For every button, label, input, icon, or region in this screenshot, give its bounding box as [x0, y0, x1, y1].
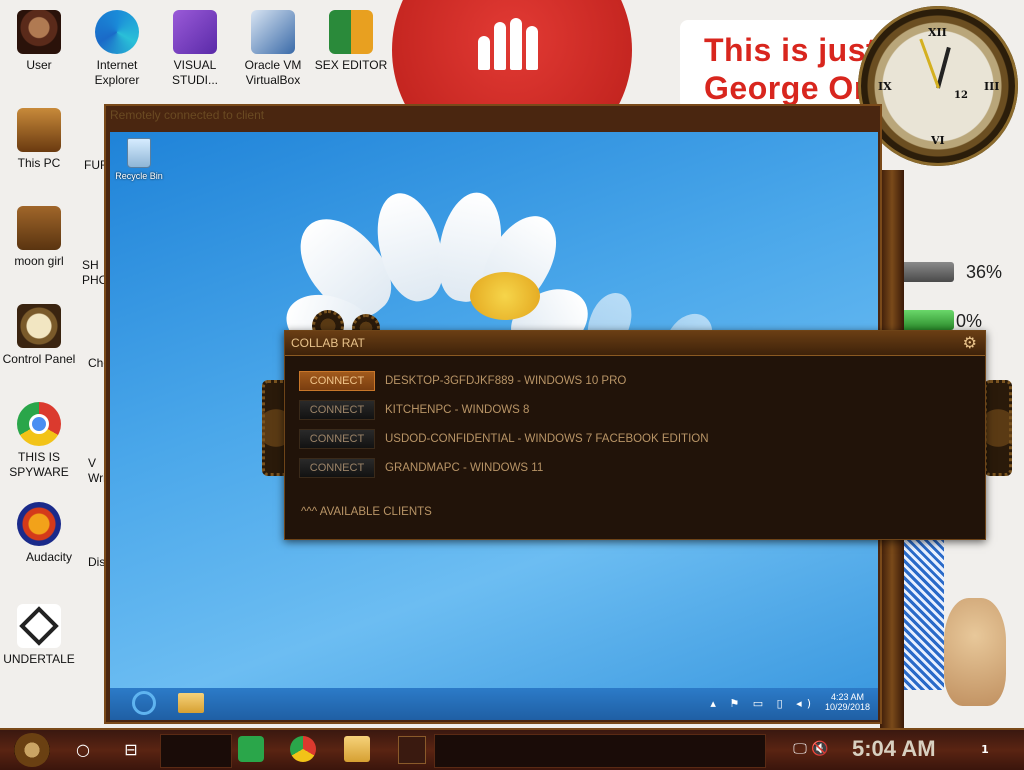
- client-name: USDOD-CONFIDENTIAL - WINDOWS 7 FACEBOOK …: [385, 433, 709, 445]
- task-view-icon[interactable]: ⊟: [118, 736, 144, 762]
- remote-clock[interactable]: 4:23 AM 10/29/2018: [825, 692, 870, 712]
- taskbar-slot: [434, 734, 766, 768]
- unity-icon: [17, 604, 61, 648]
- hex-editor-icon: [329, 10, 373, 54]
- desktop-icon-moon-girl[interactable]: moon girl: [0, 206, 78, 269]
- desktop-icon-label: Internet Explorer: [94, 58, 140, 87]
- desktop-icon-sex-editor[interactable]: SEX EDITOR: [312, 10, 390, 73]
- user-icon: [17, 10, 61, 54]
- desktop-icon-audacity[interactable]: Audacity: [0, 502, 78, 565]
- recycle-bin-label: Recycle Bin: [115, 171, 163, 181]
- visual-studio-icon: [173, 10, 217, 54]
- start-button[interactable]: [14, 733, 50, 767]
- hamster-widget: [944, 598, 1006, 706]
- remote-tray-icons[interactable]: ▴ ⚑ ▭ ▯ ◂): [710, 697, 816, 710]
- desktop-icon-oracle-vm-virtualbox[interactable]: Oracle VM VirtualBox: [234, 10, 312, 88]
- computer-icon: [17, 108, 61, 152]
- settings-gear-icon[interactable]: ⚙: [963, 333, 977, 352]
- file-explorer-taskbar-icon[interactable]: [344, 736, 370, 762]
- client-row: CONNECT KITCHENPC - WINDOWS 8: [299, 400, 529, 420]
- partial-icon-label: Dis: [88, 555, 106, 569]
- taskbar-clock[interactable]: 5:04 AM: [852, 736, 936, 762]
- hand-icon: [478, 10, 548, 70]
- desktop-icon-control-panel[interactable]: Control Panel: [0, 304, 78, 367]
- desktop-icon-label: THIS IS SPYWARE: [9, 450, 69, 479]
- client-row: CONNECT DESKTOP-3GFDJKF889 - WINDOWS 10 …: [299, 371, 626, 391]
- gear-decoration: [984, 380, 1012, 476]
- desktop-icon-label: Oracle VM VirtualBox: [244, 58, 302, 87]
- remote-window-title: Remotely connected to client: [110, 108, 265, 122]
- network-volume-icons[interactable]: 🖵 🔇: [786, 736, 836, 762]
- desktop-icon-internet-explorer[interactable]: Internet Explorer: [78, 10, 156, 88]
- connect-button[interactable]: CONNECT: [299, 429, 375, 449]
- collab-rat-dialog[interactable]: COLLAB RAT ⚙ CONNECT DESKTOP-3GFDJKF889 …: [284, 330, 986, 540]
- recycle-bin-icon: [127, 138, 151, 168]
- cpu-gauge-value: 36%: [965, 262, 1002, 282]
- clock-numeral: III: [984, 80, 1000, 93]
- connect-button[interactable]: CONNECT: [299, 371, 375, 391]
- edge-icon: [95, 10, 139, 54]
- client-name: GRANDMAPC - WINDOWS 11: [385, 462, 544, 474]
- client-name: DESKTOP-3GFDJKF889 - WINDOWS 10 PRO: [385, 375, 627, 387]
- desktop-icon-label: moon girl: [14, 254, 64, 268]
- desktop-icon-undertale[interactable]: UNDERTALE: [0, 604, 78, 667]
- clock-numeral: IX: [878, 80, 892, 93]
- poster-line-1: This is just: [704, 32, 878, 68]
- folder-icon: [17, 206, 61, 250]
- desktop-icon-label: User: [26, 58, 52, 72]
- search-icon[interactable]: ○: [70, 736, 96, 762]
- striped-panel: [904, 540, 944, 690]
- clock-numeral-inner: 12: [954, 90, 968, 101]
- desktop-icon-label: Control Panel: [2, 352, 76, 366]
- clock-numeral: VI: [931, 134, 945, 147]
- flower-center: [470, 272, 540, 320]
- file-explorer-icon[interactable]: [178, 693, 204, 713]
- rat-title-bar[interactable]: COLLAB RAT ⚙: [285, 331, 985, 356]
- notification-center-icon[interactable]: 1: [972, 736, 998, 762]
- audacity-icon: [17, 502, 61, 546]
- remote-time: 4:23 AM: [830, 692, 864, 702]
- client-row: CONNECT USDOD-CONFIDENTIAL - WINDOWS 7 F…: [299, 429, 709, 449]
- remote-date: 10/29/2018: [824, 702, 870, 712]
- remote-taskbar: ▴ ⚑ ▭ ▯ ◂) 4:23 AM 10/29/2018: [110, 688, 878, 720]
- desktop-icon-label: SEX EDITOR: [314, 58, 388, 72]
- skull-icon[interactable]: [398, 736, 426, 764]
- clock-minute-hand: [919, 38, 940, 89]
- desktop-icon-visual-studio[interactable]: VISUAL STUDI...: [156, 10, 234, 88]
- desktop-icon-chrome[interactable]: THIS IS SPYWARE: [0, 402, 78, 480]
- lightbulb-icon: [17, 304, 61, 348]
- internet-explorer-icon[interactable]: [132, 691, 156, 715]
- steampunk-clock-widget[interactable]: XII III VI IX 12: [858, 6, 1018, 166]
- chrome-icon: [17, 402, 61, 446]
- remote-recycle-bin[interactable]: Recycle Bin: [114, 138, 164, 181]
- client-name: KITCHENPC - WINDOWS 8: [385, 404, 530, 416]
- desktop-icon-this-pc[interactable]: This PC: [0, 108, 78, 171]
- taskbar-slot: [160, 734, 232, 768]
- chrome-taskbar-icon[interactable]: [290, 736, 316, 762]
- virtualbox-icon: [251, 10, 295, 54]
- desktop-icon-label: UNDERTALE: [3, 652, 75, 666]
- client-row: CONNECT GRANDMAPC - WINDOWS 11: [299, 458, 543, 478]
- desktop-icon-label: This PC: [17, 156, 61, 170]
- connect-button[interactable]: CONNECT: [299, 400, 375, 420]
- available-clients-label: ^^^ AVAILABLE CLIENTS: [301, 506, 432, 518]
- ram-gauge-value: 0%: [955, 311, 982, 331]
- main-taskbar: ○ ⊟ 🖵 🔇 5:04 AM 1: [0, 728, 1024, 770]
- partial-icon-label: SH PHC: [82, 258, 108, 287]
- desktop-icon-label: Audacity: [25, 550, 73, 564]
- rat-title: COLLAB RAT: [291, 336, 365, 350]
- desktop-icon-label: VISUAL STUDI...: [171, 58, 218, 87]
- clock-numeral: XII: [928, 26, 947, 39]
- desktop-icon-user[interactable]: User: [0, 10, 78, 73]
- spotify-icon[interactable]: [238, 736, 264, 762]
- connect-button[interactable]: CONNECT: [299, 458, 375, 478]
